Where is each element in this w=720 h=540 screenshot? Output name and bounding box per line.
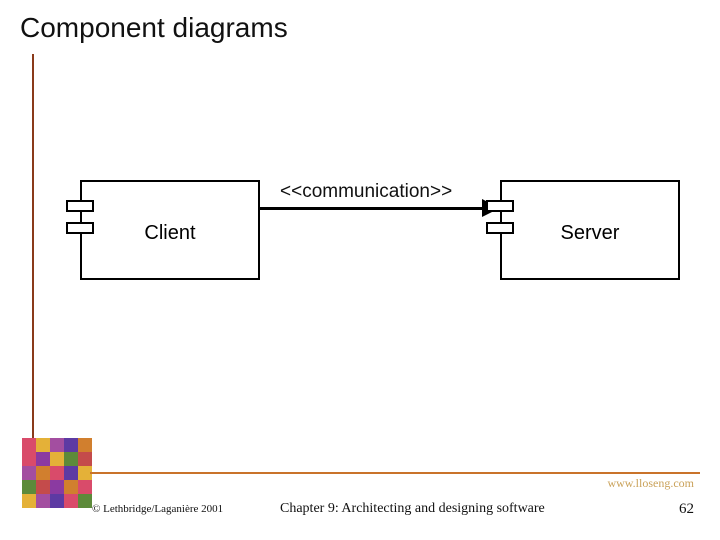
mosaic-tile: [50, 466, 64, 480]
component-client-label: Client: [82, 222, 258, 245]
component-diagram: Client <<communication>> Server: [80, 180, 680, 300]
chapter-text: Chapter 9: Architecting and designing so…: [280, 501, 545, 517]
component-client: Client: [80, 180, 260, 280]
mosaic-tile: [22, 466, 36, 480]
component-server: Server: [500, 180, 680, 280]
footer: © Lethbridge/Laganière 2001 Chapter 9: A…: [0, 503, 720, 533]
mosaic-tile: [36, 452, 50, 466]
mosaic-tile: [50, 438, 64, 452]
mosaic-tile: [22, 438, 36, 452]
mosaic-tile: [64, 438, 78, 452]
mosaic-tile: [36, 480, 50, 494]
mosaic-tile: [50, 452, 64, 466]
component-server-label: Server: [502, 222, 678, 245]
mosaic-tile: [50, 480, 64, 494]
connector-line-icon: [260, 207, 484, 210]
connector-stereotype-label: <<communication>>: [280, 181, 452, 203]
mosaic-tile: [64, 452, 78, 466]
mosaic-tile: [78, 452, 92, 466]
mosaic-tile: [36, 438, 50, 452]
decorative-mosaic-icon: [22, 438, 92, 508]
mosaic-tile: [78, 480, 92, 494]
mosaic-tile: [22, 452, 36, 466]
mosaic-tile: [64, 466, 78, 480]
component-lug-icon: [66, 200, 94, 212]
website-url: www.lloseng.com: [607, 476, 694, 491]
mosaic-tile: [64, 480, 78, 494]
vertical-rule: [32, 54, 34, 454]
mosaic-tile: [22, 480, 36, 494]
horizontal-rule: [90, 472, 700, 474]
mosaic-tile: [36, 466, 50, 480]
mosaic-tile: [78, 438, 92, 452]
page-number: 62: [679, 501, 694, 518]
copyright-text: © Lethbridge/Laganière 2001: [92, 503, 223, 515]
component-lug-icon: [486, 200, 514, 212]
slide-title: Component diagrams: [20, 12, 288, 44]
